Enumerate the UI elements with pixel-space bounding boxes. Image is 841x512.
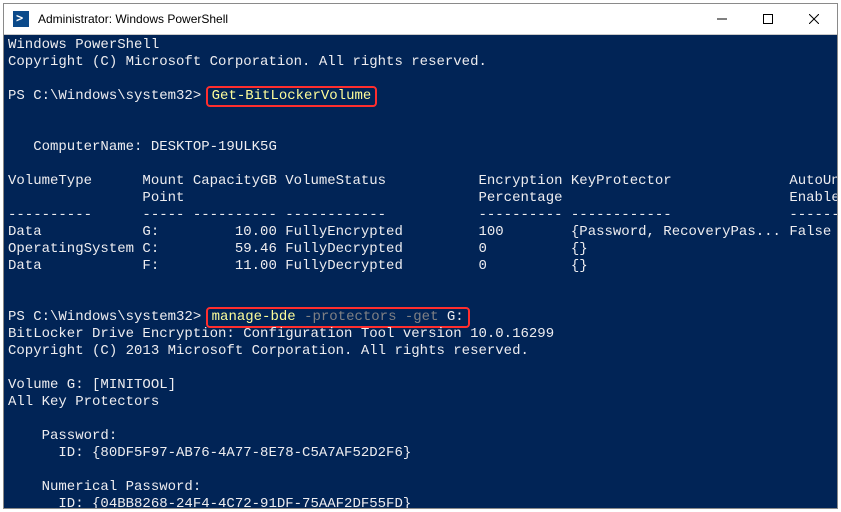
table-separator: ---------- ----- ---------- ------------… (8, 207, 837, 223)
command-highlight: manage-bde -protectors -get G: (206, 307, 470, 328)
prompt: PS C:\Windows\system32> (8, 88, 210, 104)
command-arg: G: (447, 309, 464, 325)
output-line: ID: {80DF5F97-AB76-4A77-8E78-C5A7AF52D2F… (8, 445, 411, 461)
command-arg: -protectors -get (304, 309, 447, 325)
output-line: Volume G: [MINITOOL] (8, 377, 176, 393)
prompt: PS C:\Windows\system32> (8, 309, 210, 325)
command-highlight: Get-BitLockerVolume (206, 86, 378, 107)
output-line: ID: {04BB8268-24F4-4C72-91DF-75AAF2DF55F… (8, 496, 411, 508)
banner-line: Copyright (C) Microsoft Corporation. All… (8, 54, 487, 70)
table-header: Point Percentage Enabled Status (8, 190, 837, 206)
ps-icon (4, 11, 38, 27)
table-row: Data G: 10.00 FullyEncrypted 100 {Passwo… (8, 224, 837, 240)
output-line: Numerical Password: (8, 479, 201, 495)
command-text: Get-BitLockerVolume (212, 88, 372, 104)
table-header: VolumeType Mount CapacityGB VolumeStatus… (8, 173, 837, 189)
close-button[interactable] (791, 4, 837, 35)
terminal[interactable]: Windows PowerShell Copyright (C) Microso… (4, 35, 837, 508)
output-line: All Key Protectors (8, 394, 159, 410)
table-row: OperatingSystem C: 59.46 FullyDecrypted … (8, 241, 837, 257)
output-line: ComputerName: DESKTOP-19ULK5G (8, 139, 277, 155)
output-line: Password: (8, 428, 117, 444)
titlebar[interactable]: Administrator: Windows PowerShell (4, 4, 837, 35)
banner-line: Windows PowerShell (8, 37, 159, 53)
minimize-button[interactable] (699, 4, 745, 35)
output-line: BitLocker Drive Encryption: Configuratio… (8, 326, 554, 342)
output-line: Copyright (C) 2013 Microsoft Corporation… (8, 343, 529, 359)
powershell-window: Administrator: Windows PowerShell Window… (3, 3, 838, 509)
window-title: Administrator: Windows PowerShell (38, 12, 699, 26)
command-text: manage-bde (212, 309, 304, 325)
maximize-button[interactable] (745, 4, 791, 35)
table-row: Data F: 11.00 FullyDecrypted 0 {} Off (8, 258, 837, 274)
